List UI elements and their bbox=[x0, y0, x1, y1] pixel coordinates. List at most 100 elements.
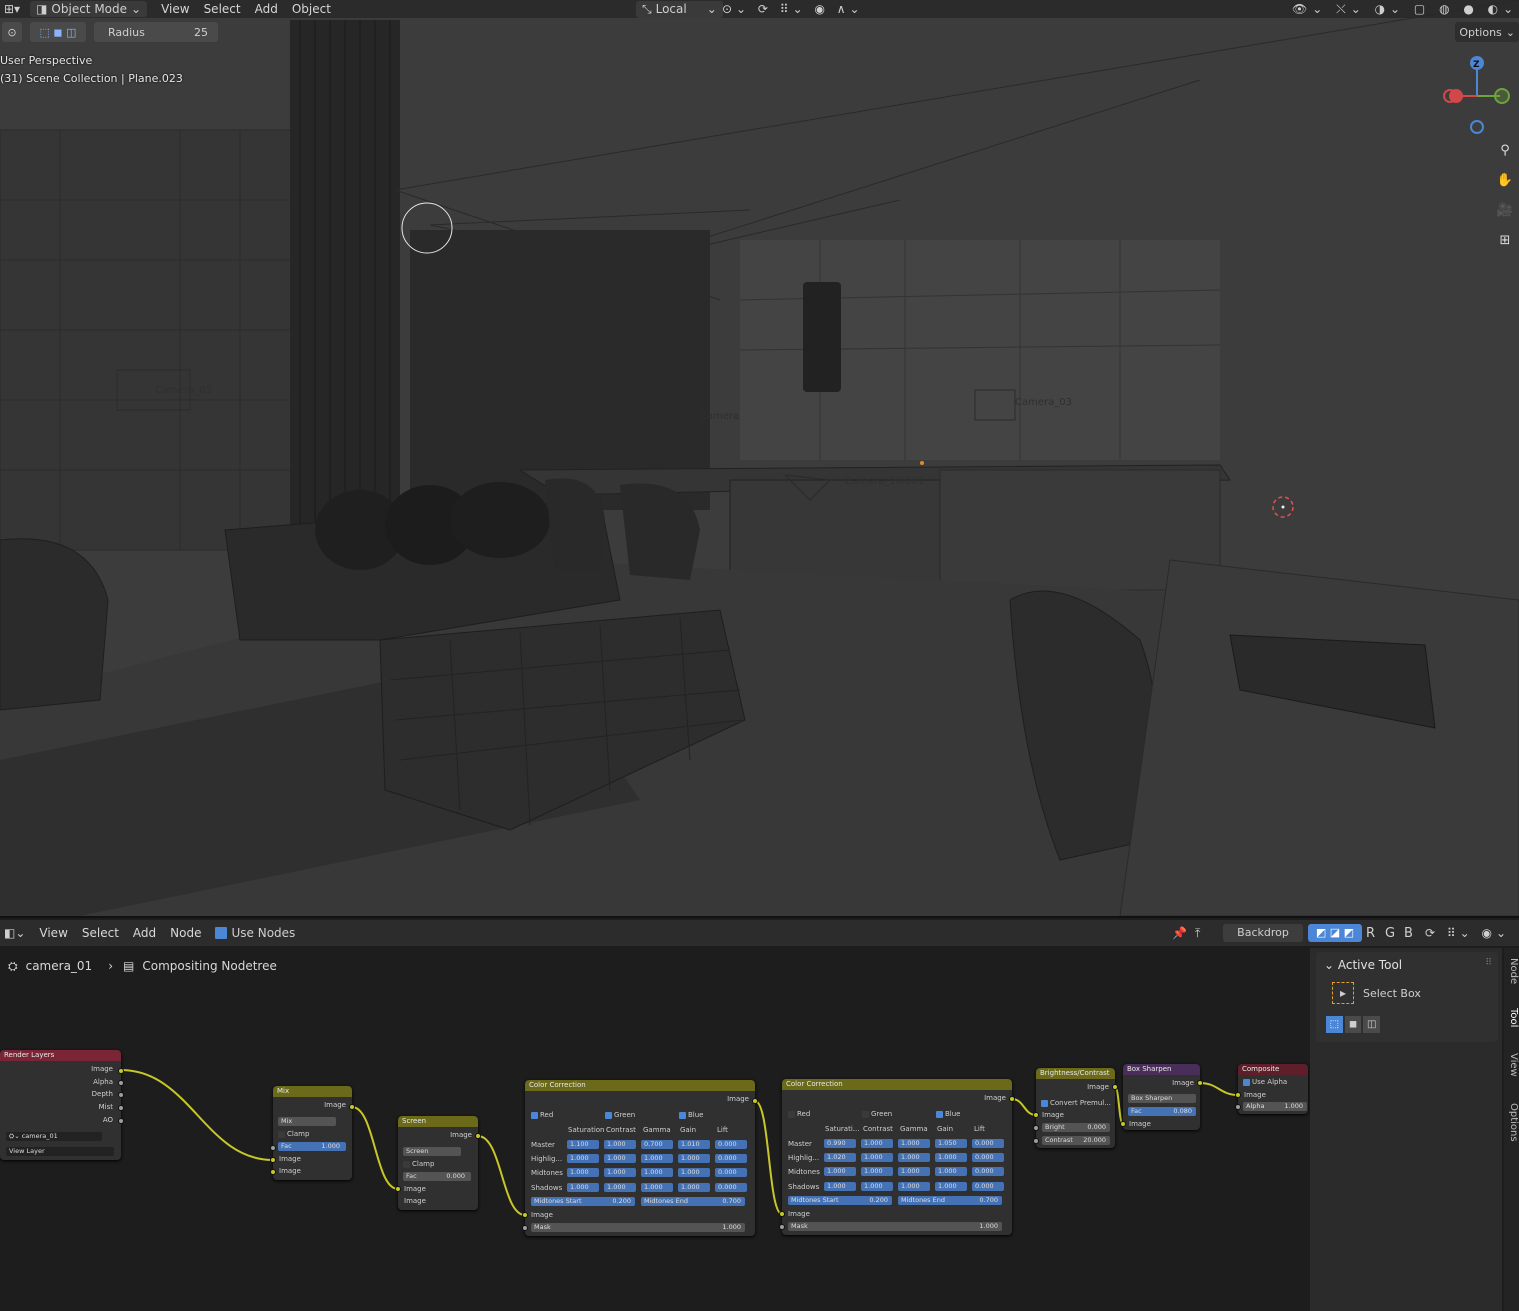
socket-out[interactable] bbox=[1197, 1080, 1203, 1086]
value-field[interactable]: 1.000 bbox=[678, 1168, 710, 1177]
fac-field[interactable]: Fac 0.000 bbox=[403, 1172, 471, 1181]
panel-header[interactable]: ⌄ Active Tool bbox=[1324, 958, 1402, 972]
value-field[interactable]: 0.000 bbox=[972, 1153, 1004, 1162]
value-field[interactable]: 1.000 bbox=[567, 1154, 599, 1163]
value-field[interactable]: 1.000 bbox=[861, 1139, 893, 1148]
socket-image-in[interactable] bbox=[270, 1157, 276, 1163]
socket-mist-out[interactable] bbox=[118, 1105, 124, 1111]
3d-viewport[interactable]: Camera_05 Camera_03 Camera_10.001 Camera… bbox=[0, 0, 1519, 916]
node-composite[interactable]: Composite Use Alpha Image Alpha 1.000 bbox=[1238, 1064, 1308, 1114]
node-editor[interactable]: ◧⌄ View Select Add Node Use Nodes 📌⤒ Bac… bbox=[0, 916, 1519, 1311]
filter-type[interactable]: Box Sharpen bbox=[1128, 1094, 1196, 1103]
socket-out[interactable] bbox=[752, 1098, 758, 1104]
mode-extend-icon[interactable]: ◼ bbox=[1344, 1016, 1362, 1033]
socket-out[interactable] bbox=[475, 1133, 481, 1139]
tool-icon[interactable]: ⊙ bbox=[2, 22, 22, 42]
value-field[interactable]: 0.990 bbox=[824, 1139, 856, 1148]
value-field[interactable]: 1.000 bbox=[678, 1154, 710, 1163]
value-field[interactable]: 1.000 bbox=[604, 1140, 636, 1149]
value-field[interactable]: 1.020 bbox=[824, 1153, 856, 1162]
node-box-sharpen[interactable]: Box Sharpen Image Box Sharpen Fac 0.080 I… bbox=[1123, 1064, 1200, 1130]
value-field[interactable]: 1.000 bbox=[641, 1183, 673, 1192]
zoom-icon[interactable]: ⚲ bbox=[1493, 138, 1517, 162]
node-header[interactable]: Color Correction bbox=[782, 1079, 1012, 1090]
value-field[interactable]: 1.000 bbox=[935, 1167, 967, 1176]
value-field[interactable]: 1.000 bbox=[641, 1168, 673, 1177]
value-field[interactable]: 1.000 bbox=[567, 1183, 599, 1192]
node-header[interactable]: Brightness/Contrast bbox=[1036, 1068, 1115, 1079]
menu-select[interactable]: Select bbox=[204, 2, 241, 16]
node-header[interactable]: Composite bbox=[1238, 1064, 1308, 1075]
blend-type[interactable]: Screen bbox=[403, 1147, 461, 1156]
node-header[interactable]: Color Correction bbox=[525, 1080, 755, 1091]
editor-type-icon[interactable]: ⊞▾ bbox=[4, 2, 20, 16]
value-field[interactable]: 1.100 bbox=[567, 1140, 599, 1149]
use-alpha-checkbox[interactable]: Use Alpha bbox=[1243, 1078, 1287, 1086]
value-field[interactable]: 1.010 bbox=[678, 1140, 710, 1149]
radius-field[interactable]: Radius 25 bbox=[94, 22, 218, 42]
hand-pan-icon[interactable]: ✋ bbox=[1493, 168, 1517, 192]
socket-image-in[interactable] bbox=[1033, 1112, 1039, 1118]
pivot-snap-icons[interactable]: ⊙⌄ ⟳ ⠿⌄ ◉ ∧⌄ bbox=[722, 2, 864, 16]
menu-add[interactable]: Add bbox=[255, 2, 278, 16]
check-blue[interactable]: Blue bbox=[679, 1111, 704, 1119]
socket-ao-out[interactable] bbox=[118, 1118, 124, 1124]
value-field[interactable]: 1.050 bbox=[935, 1139, 967, 1148]
socket-image-out[interactable] bbox=[118, 1068, 124, 1074]
premul-checkbox[interactable]: Convert Premul... bbox=[1041, 1099, 1111, 1107]
socket-bright-in[interactable] bbox=[1033, 1125, 1039, 1131]
channel-b[interactable]: B bbox=[1404, 926, 1413, 941]
node-header[interactable]: Render Layers bbox=[0, 1050, 121, 1061]
alpha-field[interactable]: Alpha 1.000 bbox=[1243, 1102, 1307, 1111]
wireframe-scene[interactable]: Camera_05 Camera_03 Camera_10.001 Camera… bbox=[0, 0, 1519, 916]
check-green[interactable]: Green bbox=[605, 1111, 635, 1119]
camera-view-icon[interactable]: 🎥 bbox=[1493, 198, 1517, 222]
mode-selector[interactable]: ◨ Object Mode ⌄ bbox=[30, 1, 148, 17]
midtones-end-field[interactable]: Midtones End 0.700 bbox=[898, 1196, 1002, 1205]
blend-type[interactable]: Mix bbox=[278, 1117, 336, 1126]
snap-overlay-icons[interactable]: ⟳ ⠿⌄ ◉⌄ bbox=[1425, 926, 1510, 940]
mask-field[interactable]: Mask 1.000 bbox=[531, 1223, 745, 1232]
menu-object[interactable]: Object bbox=[292, 2, 331, 16]
value-field[interactable]: 1.000 bbox=[604, 1154, 636, 1163]
overlay-shading-icons[interactable]: 👁⌄ ⤬⌄ ◑⌄ ▢ ◍ ● ◐⌄ bbox=[1292, 2, 1518, 17]
node-brightness-contrast[interactable]: Brightness/Contrast Image Convert Premul… bbox=[1036, 1068, 1115, 1148]
node-color-correction-1[interactable]: Color Correction Image Red Green Blue Sa… bbox=[525, 1080, 755, 1236]
socket-out[interactable] bbox=[1009, 1096, 1015, 1102]
ortho-grid-icon[interactable]: ⊞ bbox=[1493, 228, 1517, 252]
value-field[interactable]: 1.000 bbox=[824, 1182, 856, 1191]
node-header[interactable]: Mix bbox=[273, 1086, 352, 1097]
socket-image-in[interactable] bbox=[270, 1169, 276, 1175]
tab-node[interactable]: Node bbox=[1505, 958, 1519, 984]
channel-g[interactable]: G bbox=[1385, 926, 1395, 941]
value-field[interactable]: 0.000 bbox=[715, 1154, 747, 1163]
options-dropdown[interactable]: Options ⌄ bbox=[1455, 22, 1519, 42]
drag-handle-icon[interactable]: ⠿ bbox=[1485, 958, 1492, 968]
value-field[interactable]: 1.000 bbox=[898, 1153, 930, 1162]
node-color-correction-2[interactable]: Color Correction Image Red Green Blue Sa… bbox=[782, 1079, 1012, 1235]
value-field[interactable]: 1.000 bbox=[898, 1182, 930, 1191]
node-header[interactable]: Box Sharpen bbox=[1123, 1064, 1200, 1075]
tab-view[interactable]: View bbox=[1505, 1053, 1519, 1077]
check-green[interactable]: Green bbox=[862, 1110, 892, 1118]
socket-image-in[interactable] bbox=[1235, 1092, 1241, 1098]
socket-image-in[interactable] bbox=[395, 1186, 401, 1192]
socket-out[interactable] bbox=[349, 1104, 355, 1110]
socket-fac-in[interactable] bbox=[270, 1145, 276, 1151]
contrast-field[interactable]: Contrast 20.000 bbox=[1042, 1136, 1110, 1145]
socket-contrast-in[interactable] bbox=[1033, 1138, 1039, 1144]
select-mode-icons[interactable]: ⬚ ◼ ◫ bbox=[30, 22, 86, 42]
mode-new-icon[interactable]: ⬚ bbox=[1326, 1016, 1343, 1033]
mask-field[interactable]: Mask 1.000 bbox=[788, 1222, 1002, 1231]
value-field[interactable]: 0.700 bbox=[641, 1140, 673, 1149]
value-field[interactable]: 0.000 bbox=[972, 1139, 1004, 1148]
value-field[interactable]: 1.000 bbox=[861, 1167, 893, 1176]
value-field[interactable]: 0.000 bbox=[715, 1168, 747, 1177]
mode-subtract-icon[interactable]: ◫ bbox=[1363, 1016, 1381, 1033]
socket-mask-in[interactable] bbox=[522, 1225, 528, 1231]
value-field[interactable]: 0.000 bbox=[715, 1183, 747, 1192]
value-field[interactable]: 0.000 bbox=[972, 1182, 1004, 1191]
node-mix[interactable]: Mix Image Mix Clamp Fac 1.000 Image Image bbox=[273, 1086, 352, 1180]
midtones-start-field[interactable]: Midtones Start 0.200 bbox=[531, 1197, 635, 1206]
node-render-layers[interactable]: Render Layers Image Alpha Depth Mist AO … bbox=[0, 1050, 121, 1160]
